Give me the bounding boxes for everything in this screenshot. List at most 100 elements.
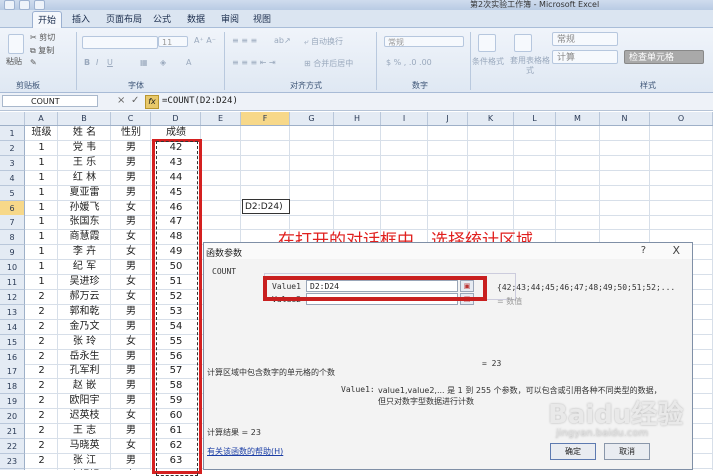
cell-a10[interactable]: 1 bbox=[25, 260, 58, 274]
cell-b4[interactable]: 红 林 bbox=[58, 171, 111, 185]
font-name-select[interactable] bbox=[82, 36, 158, 49]
cell-a16[interactable]: 2 bbox=[25, 350, 58, 364]
cell-b11[interactable]: 吴进珍 bbox=[58, 275, 111, 289]
cell-b21[interactable]: 王 志 bbox=[58, 424, 111, 438]
cell-c23[interactable]: 男 bbox=[111, 454, 151, 468]
cell-c8[interactable]: 女 bbox=[111, 230, 151, 244]
cell-a1[interactable]: 班级 bbox=[25, 126, 58, 140]
formula-input[interactable]: =COUNT(D2:D24) bbox=[162, 96, 238, 106]
function-help-link[interactable]: 有关该函数的帮助(H) bbox=[207, 446, 283, 457]
cell-a14[interactable]: 2 bbox=[25, 320, 58, 334]
cell-d1[interactable]: 成绩 bbox=[151, 126, 201, 140]
row-header[interactable]: 14 bbox=[0, 320, 25, 335]
row-header[interactable]: 10 bbox=[0, 260, 25, 275]
fill-color-icon[interactable]: ◈ bbox=[160, 58, 166, 67]
tab-formulas[interactable]: 公式 bbox=[153, 12, 171, 25]
cell-c12[interactable]: 女 bbox=[111, 290, 151, 304]
cell-c6[interactable]: 女 bbox=[111, 201, 151, 215]
active-cell-f6[interactable]: D2:D24) bbox=[242, 199, 290, 214]
grow-font-icon[interactable]: A⁺ A⁻ bbox=[194, 36, 216, 45]
currency-icon[interactable]: $ % , .0 .00 bbox=[386, 58, 432, 67]
tab-insert[interactable]: 插入 bbox=[72, 12, 90, 25]
font-size-select[interactable]: 11 bbox=[158, 36, 188, 47]
tab-data[interactable]: 数据 bbox=[187, 12, 205, 25]
row-header[interactable]: 5 bbox=[0, 186, 25, 201]
cell-b3[interactable]: 王 乐 bbox=[58, 156, 111, 170]
column-header-i[interactable]: I bbox=[381, 112, 428, 125]
format-as-table-button[interactable]: 套用表格格式 bbox=[510, 56, 550, 76]
cell-c4[interactable]: 男 bbox=[111, 171, 151, 185]
cell-c19[interactable]: 男 bbox=[111, 394, 151, 408]
conditional-format-button[interactable]: 条件格式 bbox=[472, 56, 504, 67]
number-format-select[interactable]: 常规 bbox=[384, 36, 464, 47]
underline-icon[interactable]: U bbox=[107, 58, 113, 67]
style-check-cell[interactable]: 检查单元格 bbox=[624, 50, 704, 64]
tab-home[interactable]: 开始 bbox=[32, 11, 63, 29]
row-header[interactable]: 3 bbox=[0, 156, 25, 171]
cell-c13[interactable]: 男 bbox=[111, 305, 151, 319]
cell-c18[interactable]: 男 bbox=[111, 379, 151, 393]
align-top-icon[interactable]: ≡ ≡ ≡ bbox=[232, 36, 257, 45]
save-icon[interactable] bbox=[4, 0, 15, 10]
cancel-formula-icon[interactable]: × bbox=[117, 95, 125, 106]
tab-review[interactable]: 审阅 bbox=[221, 12, 239, 25]
cell-b7[interactable]: 张国东 bbox=[58, 215, 111, 229]
format-painter-icon[interactable]: ✎ bbox=[30, 58, 37, 67]
cell-c15[interactable]: 女 bbox=[111, 335, 151, 349]
redo-icon[interactable] bbox=[34, 0, 45, 10]
cell-a3[interactable]: 1 bbox=[25, 156, 58, 170]
cell-b2[interactable]: 党 韦 bbox=[58, 141, 111, 155]
cell-b20[interactable]: 迟英枝 bbox=[58, 409, 111, 423]
column-header-n[interactable]: N bbox=[600, 112, 650, 125]
format-as-table-icon[interactable] bbox=[514, 34, 532, 52]
tab-page-layout[interactable]: 页面布局 bbox=[106, 12, 142, 25]
cell-b9[interactable]: 李 卉 bbox=[58, 245, 111, 259]
cell-b12[interactable]: 郝万云 bbox=[58, 290, 111, 304]
column-header-g[interactable]: G bbox=[290, 112, 334, 125]
column-header-d[interactable]: D bbox=[151, 112, 201, 125]
cell-c20[interactable]: 女 bbox=[111, 409, 151, 423]
column-header-c[interactable]: C bbox=[111, 112, 151, 125]
cell-c10[interactable]: 男 bbox=[111, 260, 151, 274]
cell-b6[interactable]: 孙媛飞 bbox=[58, 201, 111, 215]
cell-b18[interactable]: 赵 嵌 bbox=[58, 379, 111, 393]
conditional-format-icon[interactable] bbox=[478, 34, 496, 52]
cell-a23[interactable]: 2 bbox=[25, 454, 58, 468]
cell-b5[interactable]: 夏亚雷 bbox=[58, 186, 111, 200]
paste-button[interactable]: 粘贴 bbox=[6, 56, 22, 67]
row-header[interactable]: 16 bbox=[0, 350, 25, 365]
border-icon[interactable]: ▦ bbox=[140, 58, 148, 67]
copy-button[interactable]: ⧉ 复制 bbox=[30, 45, 54, 56]
cell-c16[interactable]: 男 bbox=[111, 350, 151, 364]
cell-a19[interactable]: 2 bbox=[25, 394, 58, 408]
column-header-m[interactable]: M bbox=[556, 112, 600, 125]
cell-a12[interactable]: 2 bbox=[25, 290, 58, 304]
row-header[interactable]: 13 bbox=[0, 305, 25, 320]
merge-center-button[interactable]: ⊞ 合并后居中 bbox=[304, 58, 353, 69]
cell-b19[interactable]: 欧阳宇 bbox=[58, 394, 111, 408]
row-header[interactable]: 19 bbox=[0, 394, 25, 409]
font-color-icon[interactable]: A bbox=[186, 58, 191, 67]
row-header[interactable]: 17 bbox=[0, 364, 25, 379]
cell-b8[interactable]: 商慧霞 bbox=[58, 230, 111, 244]
column-header-f[interactable]: F bbox=[241, 112, 290, 125]
cell-a22[interactable]: 2 bbox=[25, 439, 58, 453]
row-header[interactable]: 7 bbox=[0, 215, 25, 230]
cut-button[interactable]: ✂ 剪切 bbox=[30, 32, 55, 43]
column-header-k[interactable]: K bbox=[468, 112, 514, 125]
cell-a6[interactable]: 1 bbox=[25, 201, 58, 215]
row-header[interactable]: 8 bbox=[0, 230, 25, 245]
cell-a21[interactable]: 2 bbox=[25, 424, 58, 438]
cell-c3[interactable]: 男 bbox=[111, 156, 151, 170]
row-header[interactable]: 4 bbox=[0, 171, 25, 186]
cell-a18[interactable]: 2 bbox=[25, 379, 58, 393]
row-header[interactable]: 18 bbox=[0, 379, 25, 394]
row-header[interactable]: 21 bbox=[0, 424, 25, 439]
cell-c17[interactable]: 男 bbox=[111, 364, 151, 378]
help-icon[interactable]: ? bbox=[641, 245, 646, 256]
style-normal[interactable]: 常规 bbox=[552, 32, 618, 46]
paste-icon[interactable] bbox=[8, 34, 24, 54]
column-header-b[interactable]: B bbox=[58, 112, 111, 125]
row-header[interactable]: 2 bbox=[0, 141, 25, 156]
row-header[interactable]: 9 bbox=[0, 245, 25, 260]
